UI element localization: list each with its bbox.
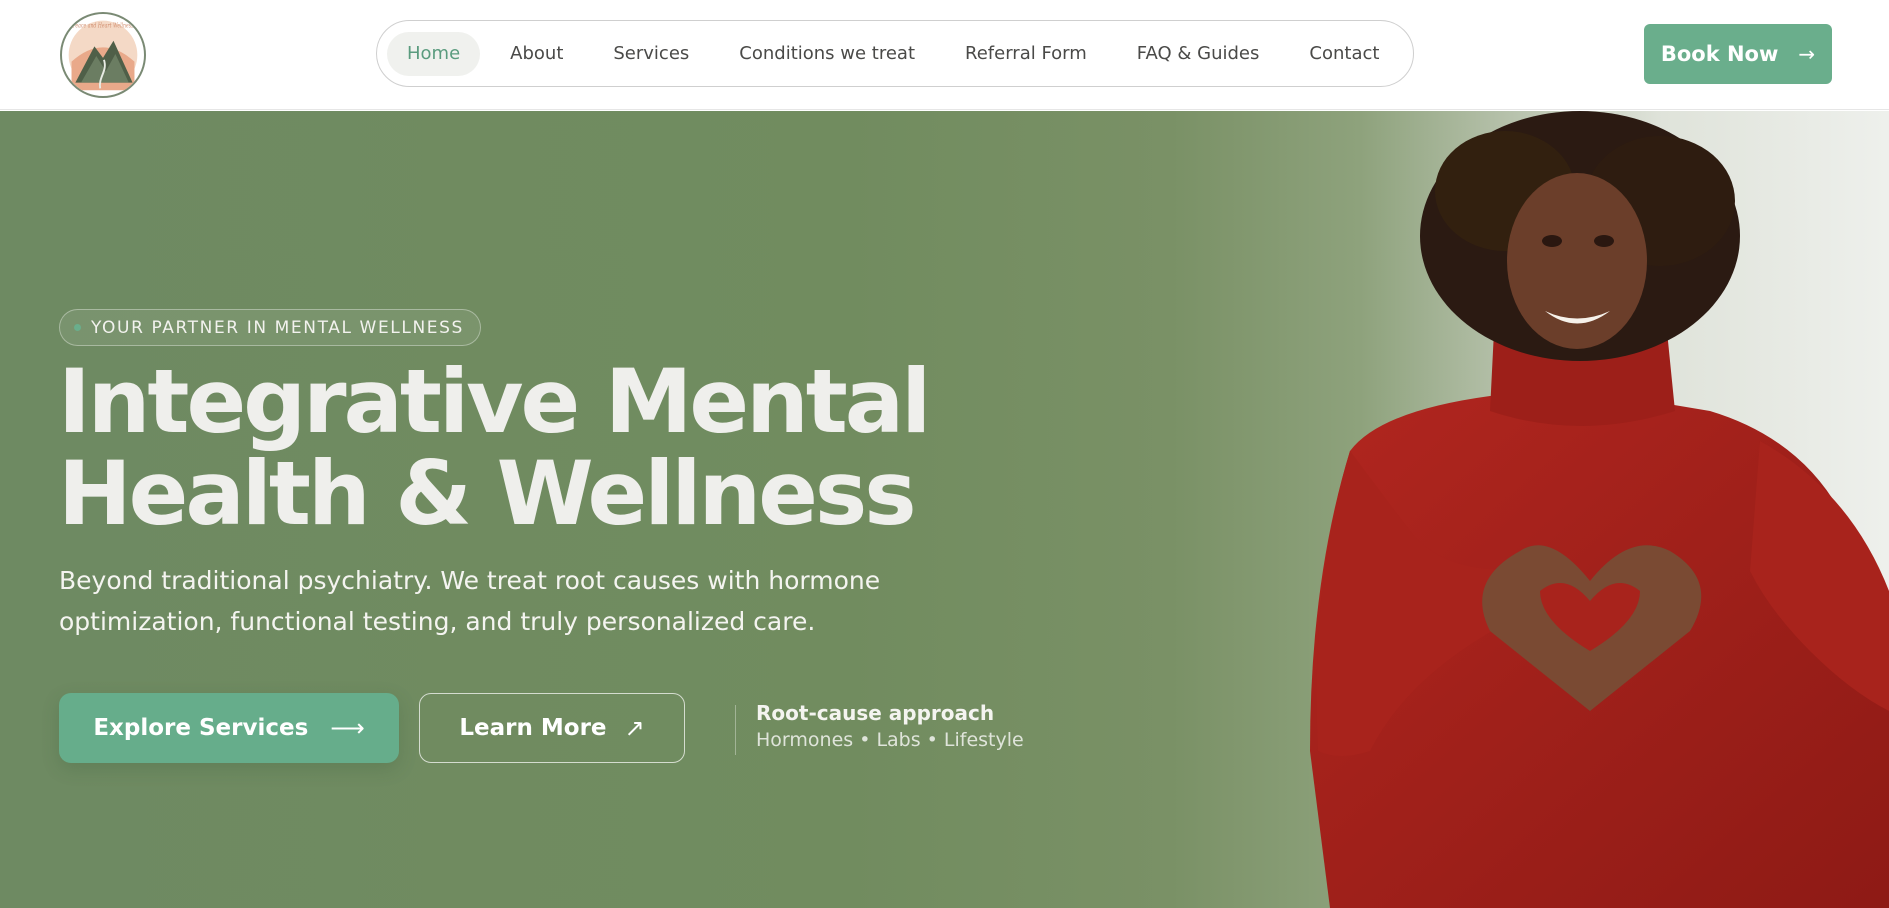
logo-text: Peace and Heart Wellness [72, 21, 134, 29]
hero-title-line-1: Integrative Mental [58, 350, 931, 453]
eyebrow-badge: YOUR PARTNER IN MENTAL WELLNESS [59, 309, 481, 346]
learn-more-label: Learn More [459, 715, 607, 741]
nav-contact[interactable]: Contact [1289, 32, 1399, 76]
hero-title: Integrative Mental Health & Wellness [58, 350, 931, 545]
arrow-up-right-icon: ↗ [624, 714, 645, 742]
explore-services-button[interactable]: Explore Services ⟶ [59, 693, 399, 763]
nav-referral-form[interactable]: Referral Form [945, 32, 1107, 76]
nav-services[interactable]: Services [593, 32, 709, 76]
eyebrow-text: YOUR PARTNER IN MENTAL WELLNESS [91, 317, 464, 338]
hero-subtitle: Beyond traditional psychiatry. We treat … [59, 566, 881, 636]
hero-title-line-2: Health & Wellness [58, 442, 917, 545]
logo[interactable]: Peace and Heart Wellness [60, 12, 146, 98]
book-now-button[interactable]: Book Now → [1644, 24, 1832, 84]
book-now-label: Book Now [1660, 42, 1779, 66]
approach-title: Root-cause approach [756, 701, 995, 725]
hero-section: YOUR PARTNER IN MENTAL WELLNESS Integrat… [0, 111, 1889, 908]
dot-icon [74, 324, 81, 331]
nav-about[interactable]: About [490, 32, 583, 76]
hero-woman-photo [1310, 111, 1889, 908]
nav-conditions[interactable]: Conditions we treat [719, 32, 935, 76]
mountain-logo-icon: Peace and Heart Wellness [68, 20, 138, 91]
explore-services-label: Explore Services [93, 715, 309, 741]
approach-subtitle: Hormones • Labs • Lifestyle [756, 729, 1024, 751]
arrow-right-icon: ⟶ [330, 714, 365, 742]
site-header: Peace and Heart Wellness Home About Serv… [0, 0, 1889, 110]
nav-faq-guides[interactable]: FAQ & Guides [1117, 32, 1280, 76]
main-nav: Home About Services Conditions we treat … [376, 20, 1414, 87]
arrow-right-icon: → [1798, 42, 1816, 66]
learn-more-button[interactable]: Learn More ↗ [419, 693, 685, 763]
nav-home[interactable]: Home [387, 31, 481, 76]
divider [735, 705, 736, 755]
